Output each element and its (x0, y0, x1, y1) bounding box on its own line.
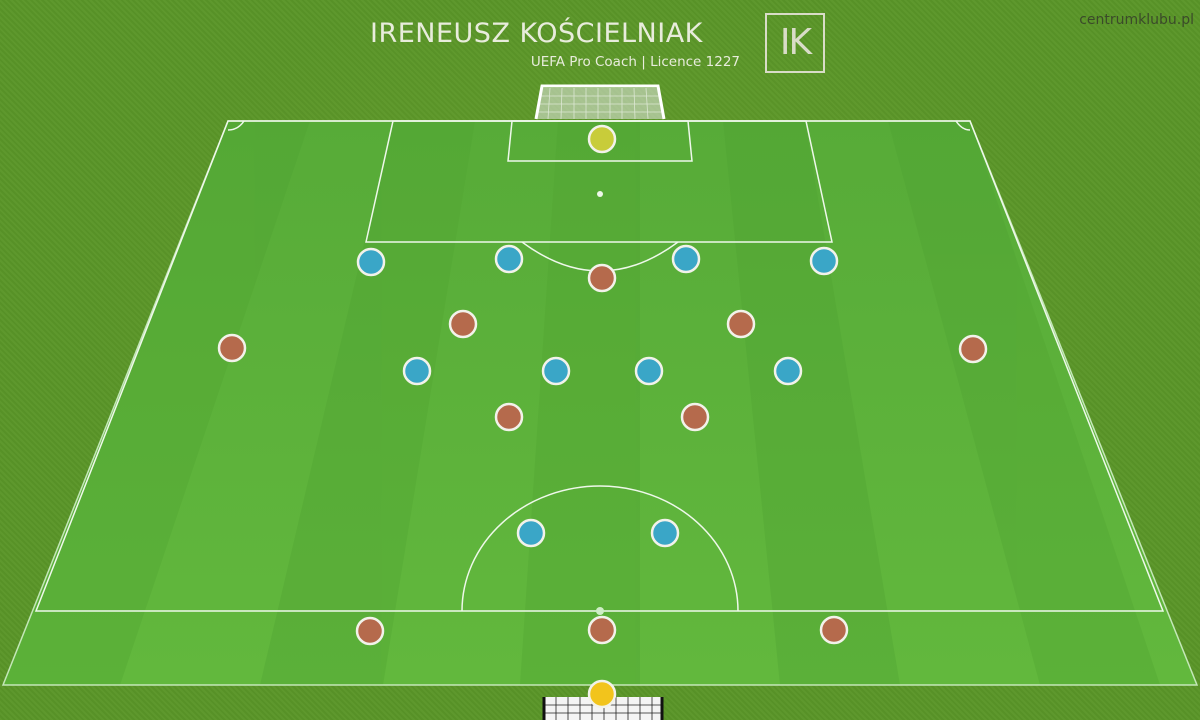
player-marker-blue (516, 518, 546, 548)
coach-subtitle: UEFA Pro Coach | Licence 1227 (530, 54, 740, 70)
player-marker-brown (587, 263, 617, 293)
player-marker-brown (680, 402, 710, 432)
player-marker-brown (494, 402, 524, 432)
player-marker-blue (494, 244, 524, 274)
player-marker-blue (541, 356, 571, 386)
player-marker-brown (355, 616, 385, 646)
player-marker-brown (958, 334, 988, 364)
player-marker-goalkeeper-bottom (587, 679, 617, 709)
player-marker-brown (587, 615, 617, 645)
watermark: centrumklubu.pl (1079, 12, 1194, 28)
player-marker-blue (809, 246, 839, 276)
player-marker-blue (402, 356, 432, 386)
player-marker-brown (819, 615, 849, 645)
header: IRENEUSZ KOŚCIELNIAK UEFA Pro Coach | Li… (0, 13, 1200, 88)
center-spot (596, 607, 604, 615)
player-marker-blue (773, 356, 803, 386)
player-marker-blue (650, 518, 680, 548)
player-marker-goalkeeper-top (587, 124, 617, 154)
player-marker-brown (448, 309, 478, 339)
player-marker-blue (634, 356, 664, 386)
player-marker-blue (356, 247, 386, 277)
player-marker-brown (217, 333, 247, 363)
player-marker-brown (726, 309, 756, 339)
top-goal (534, 84, 666, 120)
coach-name: IRENEUSZ KOŚCIELNIAK (370, 18, 703, 49)
pitch-diagram (1, 84, 1199, 720)
ik-logo: IK (765, 13, 825, 73)
penalty-spot (597, 191, 603, 197)
player-marker-blue (671, 244, 701, 274)
